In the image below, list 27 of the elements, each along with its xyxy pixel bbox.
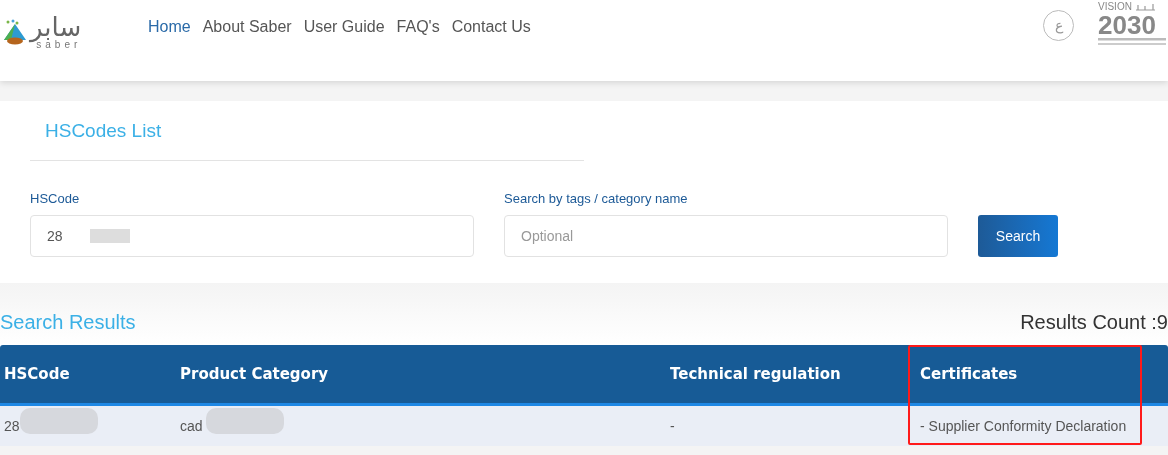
country-lettering-drawing	[1098, 38, 1166, 46]
nav-link[interactable]: FAQ's	[396, 15, 440, 39]
field-label: Search by tags / category name	[504, 189, 689, 208]
search-button[interactable]: Search	[978, 215, 1058, 257]
arabic-calligraphy-drawing	[1134, 3, 1157, 11]
column-header: Certificates	[920, 365, 1018, 383]
nav-link[interactable]: User Guide	[303, 15, 385, 39]
nav-link[interactable]: Contact Us	[451, 15, 531, 39]
table-cell: -	[670, 418, 675, 434]
column-header: Product Category	[180, 365, 329, 383]
input-field[interactable]: Optional	[504, 215, 948, 257]
vision-text: VISION	[1098, 2, 1132, 12]
table-cell: - Supplier Conformity Declaration	[920, 418, 1127, 434]
vision-year-text: 2030	[1098, 12, 1157, 38]
nav-link[interactable]: About Saber	[202, 15, 292, 39]
column-header: Technical regulation	[670, 365, 841, 383]
table-cell: cad	[180, 418, 203, 434]
column-header: HSCode	[4, 365, 70, 383]
results-title: Search Results	[0, 310, 136, 335]
nav-link[interactable]: Home	[148, 15, 191, 39]
results-count: Results Count :9	[1020, 310, 1168, 335]
triangle-logo-icon	[2, 18, 28, 46]
input-field[interactable]: 28	[30, 215, 474, 257]
table-cell: 28	[4, 418, 20, 434]
redaction-blur	[90, 229, 130, 243]
field-label: HSCode	[30, 189, 81, 208]
panel-title: HSCodes List	[45, 119, 163, 143]
